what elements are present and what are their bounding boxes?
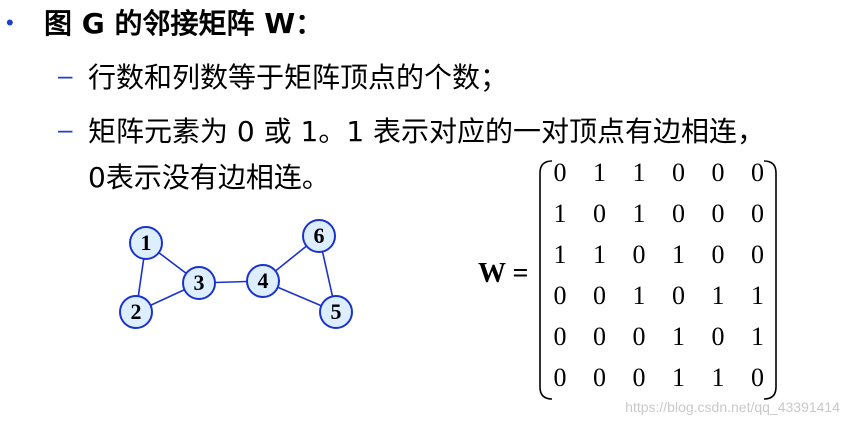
- node-label-4: 4: [258, 268, 269, 293]
- matrix-cell-r5-c5: 0: [712, 322, 725, 351]
- dash-marker-2: –: [58, 114, 73, 144]
- matrix-cell-r3-c4: 1: [672, 240, 685, 269]
- graph-edges: [135, 235, 337, 313]
- matrix-cell-r6-c1: 0: [554, 363, 567, 392]
- matrix-cell-r3-c2: 1: [593, 240, 606, 269]
- graph-node-1: 1: [129, 226, 163, 260]
- matrix-cell-r6-c4: 1: [672, 363, 685, 392]
- matrix-label: W =: [478, 258, 529, 289]
- matrix-cell-r2-c2: 0: [593, 199, 606, 228]
- matrix-cell-r4-c2: 0: [593, 281, 606, 310]
- matrix-cell-r1-c1: 0: [554, 158, 567, 187]
- graph-diagram: 1 2 3 4 5 6: [119, 219, 353, 329]
- node-label-1: 1: [141, 230, 152, 255]
- rows-cols-text: 行数和列数等于矩阵顶点的个数；: [88, 61, 509, 94]
- matrix-cell-r1-c2: 1: [593, 158, 606, 187]
- dash-marker-1: –: [58, 60, 73, 90]
- matrix-cells: 0 1 1 0 0 01 0 1 0 0 01 1 0 1 0 00 0 1 0 1 10 0 0 1 0 10 0 0 1 1 0: [554, 158, 765, 392]
- matrix-cell-r4-c6: 1: [751, 281, 764, 310]
- matrix-cell-r6-c3: 0: [633, 363, 646, 392]
- matrix-cell-r4-c4: 0: [672, 281, 685, 310]
- node-label-3: 3: [194, 270, 205, 295]
- node-label-5: 5: [331, 299, 342, 324]
- matrix-cell-r6-c6: 0: [751, 363, 764, 392]
- element-meaning-text: 矩阵元素为 0 或 1。1 表示对应的一对顶点有边相连，: [88, 115, 766, 148]
- matrix-cell-r1-c3: 1: [633, 158, 646, 187]
- matrix-cell-r4-c1: 0: [554, 281, 567, 310]
- matrix-cell-r2-c6: 0: [751, 199, 764, 228]
- matrix-cell-r3-c3: 0: [633, 240, 646, 269]
- matrix-cell-r5-c6: 1: [751, 322, 764, 351]
- matrix-cell-r6-c5: 1: [712, 363, 725, 392]
- node-label-2: 2: [131, 299, 142, 324]
- matrix-cell-r2-c3: 1: [633, 199, 646, 228]
- bullet-marker: •: [6, 10, 14, 35]
- graph-node-4: 4: [246, 264, 280, 298]
- matrix-cell-r5-c4: 1: [672, 322, 685, 351]
- graph-node-2: 2: [119, 295, 153, 329]
- right-bracket: [763, 160, 777, 400]
- matrix-cell-r2-c4: 0: [672, 199, 685, 228]
- matrix-cell-r1-c5: 0: [712, 158, 725, 187]
- matrix-cell-r6-c2: 0: [593, 363, 606, 392]
- matrix-cell-r1-c6: 0: [751, 158, 764, 187]
- matrix-cell-r3-c6: 0: [751, 240, 764, 269]
- graph-nodes: 1 2 3 4 5 6: [119, 219, 353, 329]
- watermark: https://blog.csdn.net/qq_43391414: [625, 399, 840, 415]
- matrix-cell-r3-c5: 0: [712, 240, 725, 269]
- graph-node-5: 5: [319, 295, 353, 329]
- matrix-cell-r5-c2: 0: [593, 322, 606, 351]
- matrix-cell-r5-c1: 0: [554, 322, 567, 351]
- matrix-cell-r3-c1: 1: [554, 240, 567, 269]
- graph-node-6: 6: [302, 219, 336, 253]
- matrix-cell-r4-c3: 1: [633, 281, 646, 310]
- matrix-cell-r5-c3: 0: [633, 322, 646, 351]
- adjacency-matrix: 0 1 1 0 0 01 0 1 0 0 01 1 0 1 0 00 0 1 0 1 10 0 0 1 0 10 0 0 1 1 0: [539, 158, 777, 400]
- matrix-cell-r2-c5: 0: [712, 199, 725, 228]
- no-edge-text: 0表示没有边相连。: [88, 161, 330, 194]
- graph-node-3: 3: [182, 266, 216, 300]
- matrix-cell-r4-c5: 1: [712, 281, 725, 310]
- left-bracket: [539, 160, 553, 400]
- matrix-cell-r1-c4: 0: [672, 158, 685, 187]
- matrix-cell-r2-c1: 1: [554, 199, 567, 228]
- node-label-6: 6: [314, 223, 325, 248]
- slide-heading: 图 G 的邻接矩阵 W：: [44, 7, 324, 40]
